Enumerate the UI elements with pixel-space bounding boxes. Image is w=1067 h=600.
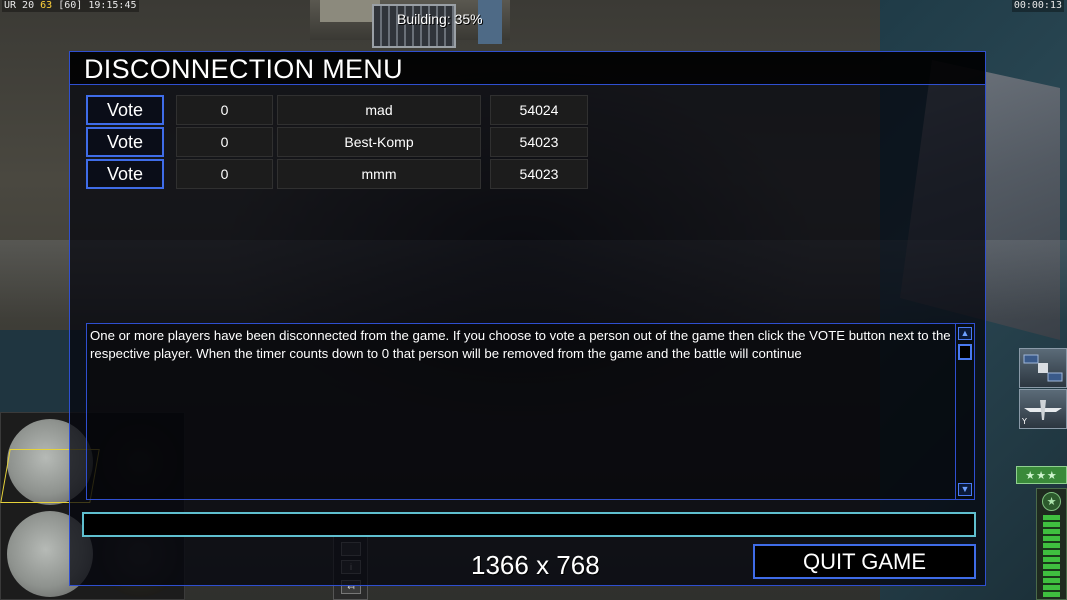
player-name: mmm	[277, 159, 481, 189]
dialog-title: DISCONNECTION MENU	[84, 54, 403, 84]
satellite-icon[interactable]	[1019, 348, 1067, 388]
quit-game-button[interactable]: QUIT GAME	[753, 544, 976, 579]
scroll-down-arrow-icon[interactable]: ▼	[958, 483, 972, 496]
disconnection-dialog: DISCONNECTION MENU Vote 0 mad 54024 Vote…	[69, 51, 986, 586]
dialog-title-bar: DISCONNECTION MENU	[70, 52, 985, 85]
vote-button[interactable]: Vote	[86, 95, 164, 125]
fps-prefix: UR 20	[4, 0, 35, 11]
game-timer: 00:00:13	[1011, 0, 1064, 12]
disconnect-message: One or more players have been disconnect…	[90, 328, 951, 361]
building-progress-label: Building: 35%	[397, 11, 483, 27]
satellite-glyph	[1023, 354, 1063, 382]
power-level-bar	[1043, 515, 1060, 597]
message-scrollbar[interactable]: ▲ ▼	[955, 324, 974, 499]
vote-count: 0	[176, 95, 273, 125]
scroll-up-arrow-icon[interactable]: ▲	[958, 327, 972, 340]
player-port: 54024	[490, 95, 588, 125]
fps-suffix: [60] 19:15:45	[58, 0, 137, 11]
chat-input[interactable]	[82, 512, 976, 537]
player-port: 54023	[490, 159, 588, 189]
resolution-label: 1366 x 768	[471, 550, 600, 580]
svg-text:Y: Y	[1021, 417, 1027, 426]
power-star-icon[interactable]: ★	[1042, 492, 1061, 511]
player-name: Best-Komp	[277, 127, 481, 157]
vote-button[interactable]: Vote	[86, 159, 164, 189]
vote-count: 0	[176, 127, 273, 157]
power-meter-panel: ★	[1036, 488, 1067, 600]
player-name: mad	[277, 95, 481, 125]
message-box[interactable]: One or more players have been disconnect…	[86, 323, 975, 500]
fps-value: 63	[40, 0, 53, 11]
player-port: 54023	[490, 127, 588, 157]
fps-counter: UR 20 63 [60] 19:15:45	[2, 0, 139, 12]
vote-button[interactable]: Vote	[86, 127, 164, 157]
drone-icon[interactable]: Y	[1019, 389, 1067, 429]
structure-roof	[320, 0, 380, 22]
rank-stars-badge: ★★★	[1016, 466, 1067, 484]
scroll-thumb[interactable]	[958, 344, 972, 360]
drone-glyph: Y	[1021, 400, 1062, 426]
vote-count: 0	[176, 159, 273, 189]
